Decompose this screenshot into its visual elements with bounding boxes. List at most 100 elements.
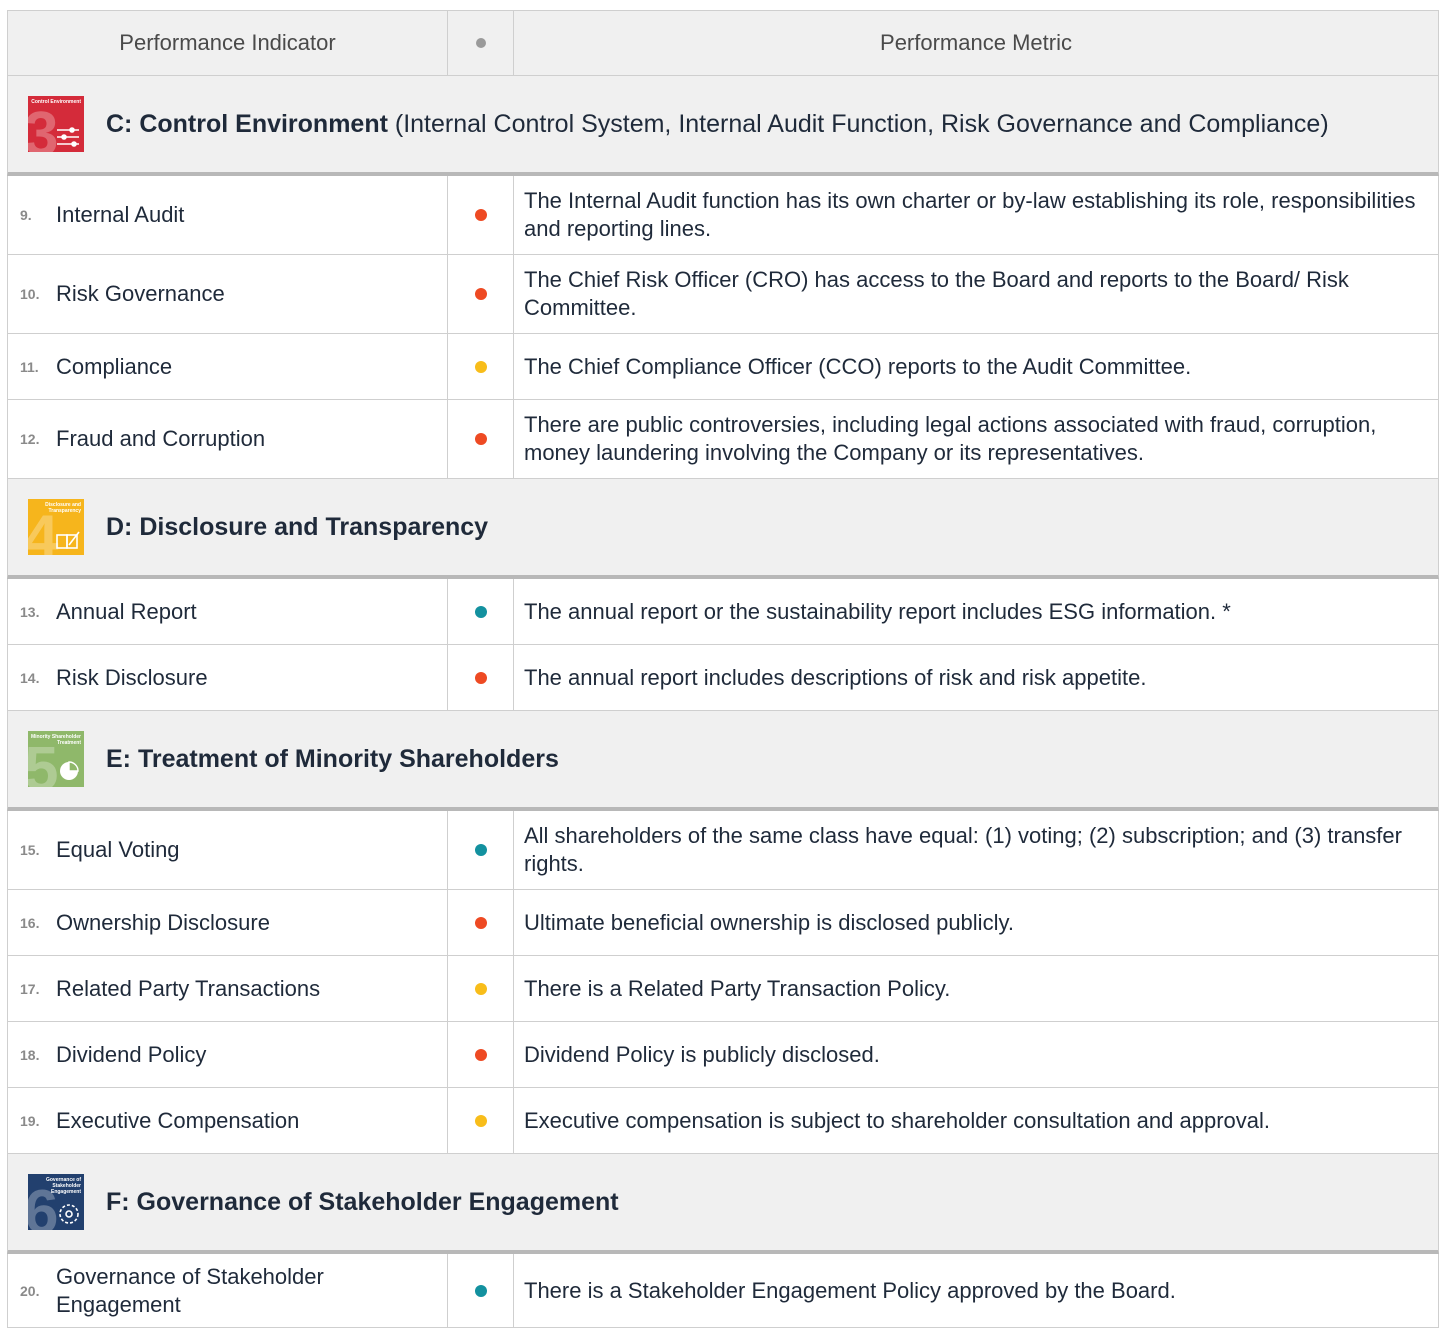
indicator-number: 18. xyxy=(20,1046,40,1063)
indicator-name: Equal Voting xyxy=(56,837,180,862)
indicator-cell: 17. Related Party Transactions xyxy=(7,956,447,1021)
indicator-cell: 20. Governance of Stakeholder Engagement xyxy=(7,1254,447,1327)
badge-text: Disclosure and Transparency xyxy=(45,502,81,514)
metric-cell: The Chief Risk Officer (CRO) has access … xyxy=(513,255,1439,333)
table-row: 15. Equal Voting All shareholders of the s… xyxy=(7,811,1439,890)
status-dot-teal xyxy=(474,605,487,618)
indicator-number: 13. xyxy=(20,603,40,620)
section-header: 6 Governance of Stakeholder Engagement F: … xyxy=(7,1154,1439,1254)
indicator-number: 17. xyxy=(20,980,40,997)
status-dot-yellow xyxy=(474,360,487,373)
indicator-cell: 13. Annual Report xyxy=(7,579,447,644)
metric-cell: There are public controversies, includin… xyxy=(513,400,1439,478)
section-header: 5 Minority Shareholder Treatment E: Treatm… xyxy=(7,711,1439,811)
table-row: 17. Related Party Transactions There is a … xyxy=(7,956,1439,1022)
indicator-number: 20. xyxy=(20,1282,40,1299)
metric-cell: The annual report or the sustainability … xyxy=(513,579,1439,644)
status-dot-teal xyxy=(474,844,487,856)
section-badge: 3 Control Environment xyxy=(28,96,84,152)
indicator-cell: 10. Risk Governance xyxy=(7,255,447,333)
status-cell xyxy=(447,811,513,889)
section-title: E: Treatment of Minority Shareholders xyxy=(84,743,559,775)
table-row: 13. Annual Report The annual report or the… xyxy=(7,579,1439,645)
status-cell xyxy=(447,1088,513,1153)
status-cell xyxy=(447,1254,513,1327)
indicator-name: Executive Compensation xyxy=(56,1107,300,1133)
indicator-name: Governance of Stakeholder Engagement xyxy=(56,1263,324,1317)
status-cell xyxy=(447,890,513,955)
metric-cell: There is a Stakeholder Engagement Policy… xyxy=(513,1254,1439,1327)
section-title: D: Disclosure and Transparency xyxy=(84,511,488,543)
section-badge: 5 Minority Shareholder Treatment xyxy=(28,731,84,787)
indicator-column-header: Performance Indicator xyxy=(7,11,447,75)
status-dot-red xyxy=(474,209,487,221)
indicator-number: 16. xyxy=(20,914,40,931)
metric-cell: Executive compensation is subject to sha… xyxy=(513,1088,1439,1153)
table-row: 12. Fraud and Corruption There are public … xyxy=(7,400,1439,479)
status-cell xyxy=(447,956,513,1021)
governance-table: Performance Indicator Performance Metric… xyxy=(7,10,1439,1328)
section-title-label: D: Disclosure and Transparency xyxy=(106,513,489,541)
indicator-number: 11. xyxy=(20,358,39,375)
table-row: 19. Executive Compensation Executive compe… xyxy=(7,1088,1439,1154)
indicator-number: 10. xyxy=(20,286,40,302)
header-dot-icon xyxy=(475,38,486,48)
badge-text: Minority Shareholder Treatment xyxy=(30,734,81,746)
badge-number: 5 xyxy=(28,735,59,788)
badge-text: Governance of Stakeholder Engagement xyxy=(45,1177,81,1195)
indicator-name: Fraud and Corruption xyxy=(56,426,266,451)
indicator-number: 15. xyxy=(20,842,40,858)
table-row: 16. Ownership Disclosure Ultimate benefici… xyxy=(7,890,1439,956)
status-cell xyxy=(447,1022,513,1087)
metric-cell: The annual report includes descriptions … xyxy=(513,645,1439,710)
indicator-cell: 19. Executive Compensation xyxy=(7,1088,447,1153)
status-cell xyxy=(447,645,513,710)
table-row: 11. Compliance The Chief Compliance Office… xyxy=(7,334,1439,400)
status-dot-red xyxy=(474,433,487,445)
section-badge: 4 Disclosure and Transparency xyxy=(28,499,84,555)
indicator-number: 12. xyxy=(20,431,40,447)
status-cell xyxy=(447,579,513,644)
status-dot-red xyxy=(474,288,487,300)
sections-container: 3 Control Environment C: Control Environme… xyxy=(7,76,1439,1328)
section-title-label: F: Governance of Stakeholder Engagement xyxy=(106,1188,619,1216)
status-cell xyxy=(447,400,513,478)
status-cell xyxy=(447,176,513,254)
section-badge: 6 Governance of Stakeholder Engagement xyxy=(28,1174,84,1230)
badge-text: Control Environment xyxy=(31,99,81,105)
section-title-label: E: Treatment of Minority Shareholders xyxy=(106,745,559,773)
metric-column-header: Performance Metric xyxy=(513,11,1439,75)
status-dot-yellow xyxy=(474,1114,487,1127)
indicator-number: 14. xyxy=(20,669,40,686)
indicator-number: 9. xyxy=(20,207,32,223)
indicator-name: Annual Report xyxy=(56,598,197,624)
section-title: C: Control Environment (Internal Control… xyxy=(84,108,1329,140)
indicator-name: Risk Governance xyxy=(56,281,225,306)
table-header: Performance Indicator Performance Metric xyxy=(7,10,1439,76)
status-dot-teal xyxy=(474,1284,487,1297)
section-title-label: C: Control Environment xyxy=(106,110,388,138)
badge-number: 3 xyxy=(28,100,59,153)
indicator-name: Compliance xyxy=(56,353,173,379)
status-dot-red xyxy=(474,1048,487,1061)
table-row: 9. Internal Audit The Internal Audit funct… xyxy=(7,176,1439,255)
indicator-cell: 11. Compliance xyxy=(7,334,447,399)
table-row: 18. Dividend Policy Dividend Policy is pub… xyxy=(7,1022,1439,1088)
indicator-number: 19. xyxy=(20,1112,40,1129)
indicator-cell: 14. Risk Disclosure xyxy=(7,645,447,710)
indicator-name: Risk Disclosure xyxy=(56,664,208,690)
indicator-name: Dividend Policy xyxy=(56,1041,207,1067)
metric-cell: The Chief Compliance Officer (CCO) repor… xyxy=(513,334,1439,399)
table-row: 14. Risk Disclosure The annual report incl… xyxy=(7,645,1439,711)
indicator-name: Internal Audit xyxy=(56,202,185,227)
metric-cell: Dividend Policy is publicly disclosed. xyxy=(513,1022,1439,1087)
table-row: 10. Risk Governance The Chief Risk Officer… xyxy=(7,255,1439,334)
metric-cell: Ultimate beneficial ownership is disclos… xyxy=(513,890,1439,955)
metric-cell: All shareholders of the same class have … xyxy=(513,811,1439,889)
indicator-cell: 12. Fraud and Corruption xyxy=(7,400,447,478)
status-dot-red xyxy=(474,916,487,929)
indicator-cell: 18. Dividend Policy xyxy=(7,1022,447,1087)
indicator-cell: 9. Internal Audit xyxy=(7,176,447,254)
table-row: 20. Governance of Stakeholder Engagement T… xyxy=(7,1254,1439,1328)
section-title: F: Governance of Stakeholder Engagement xyxy=(84,1186,619,1218)
